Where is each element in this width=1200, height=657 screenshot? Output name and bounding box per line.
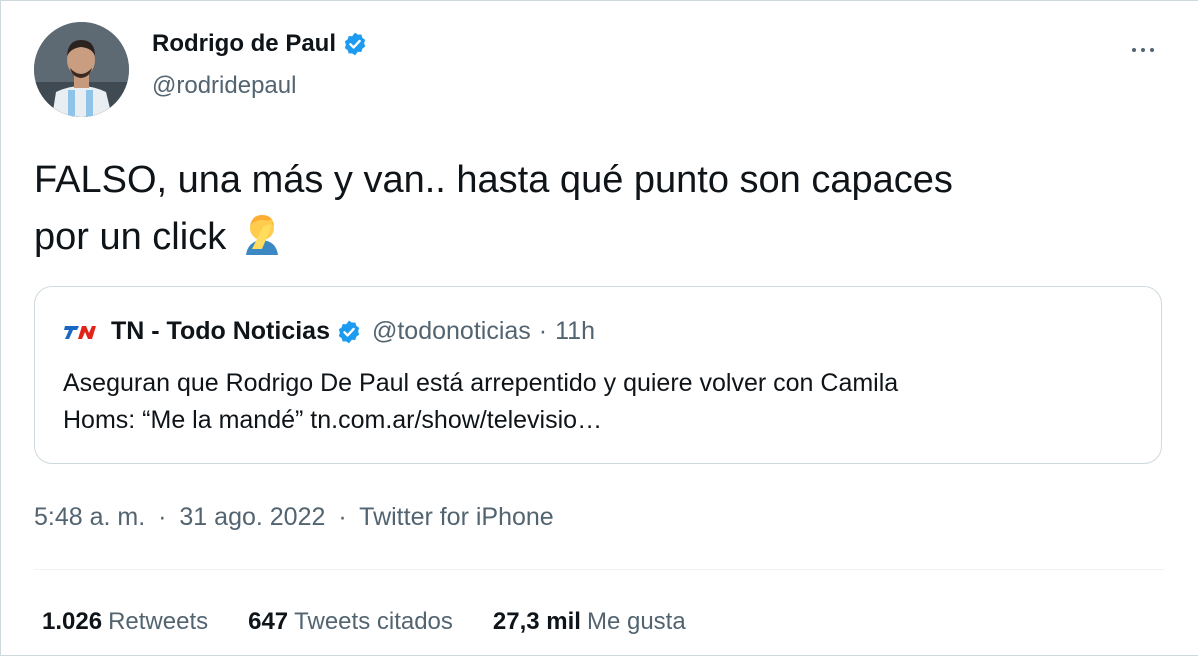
author-handle[interactable]: @rodridepaul xyxy=(152,72,296,100)
quoted-author-handle[interactable]: @todonoticias xyxy=(372,317,531,346)
tweet-text-line-1: FALSO, una más y van.. hasta qué punto s… xyxy=(34,159,953,201)
retweets-count: 1.026 xyxy=(42,608,103,635)
meta-separator: · xyxy=(338,503,347,531)
tweet-source[interactable]: Twitter for iPhone xyxy=(359,503,554,531)
author-avatar[interactable] xyxy=(34,22,129,117)
facepalm-emoji-icon xyxy=(246,215,279,255)
retweets-label: Retweets xyxy=(108,608,209,635)
verified-badge-icon xyxy=(344,32,366,56)
author-name[interactable]: Rodrigo de Paul xyxy=(152,30,336,58)
quoted-author-name[interactable]: TN - Todo Noticias xyxy=(111,317,330,346)
tweet-time[interactable]: 5:48 a. m. xyxy=(34,503,145,531)
verified-badge-icon xyxy=(338,320,360,343)
quoted-text-line-1: Aseguran que Rodrigo De Paul está arrepe… xyxy=(63,369,899,397)
likes-stat[interactable]: 27,3 mil Me gusta xyxy=(493,608,686,636)
quoted-tweet-text: Aseguran que Rodrigo De Paul está arrepe… xyxy=(63,365,1123,439)
likes-label: Me gusta xyxy=(586,608,686,635)
divider xyxy=(34,569,1164,570)
more-options-icon[interactable] xyxy=(1125,40,1161,60)
retweets-stat[interactable]: 1.026 Retweets xyxy=(42,608,208,636)
author-name-row[interactable]: Rodrigo de Paul xyxy=(152,30,368,58)
tweet-stats: 1.026 Retweets 647 Tweets citados 27,3 mil… xyxy=(42,608,726,636)
quoted-text-line-2: Homs: “Me la mandé” tn.com.ar/show/telev… xyxy=(63,406,603,434)
quote-tweets-count: 647 xyxy=(248,608,289,635)
likes-count: 27,3 mil xyxy=(492,608,581,635)
tweet-metadata: 5:48 a. m. · 31 ago. 2022 · Twitter for … xyxy=(34,503,554,532)
quoted-tweet[interactable]: TN - Todo Noticias @todonoticias · 11h A… xyxy=(34,286,1162,464)
tweet-text: FALSO, una más y van.. hasta qué punto s… xyxy=(34,152,1154,266)
quoted-tweet-header: TN - Todo Noticias @todonoticias · 11h xyxy=(63,317,595,346)
tweet-date[interactable]: 31 ago. 2022 xyxy=(179,503,325,531)
quoted-separator: · xyxy=(538,317,548,345)
quoted-tweet-time[interactable]: 11h xyxy=(555,317,595,346)
quote-tweets-stat[interactable]: 647 Tweets citados xyxy=(248,608,453,636)
quote-tweets-label: Tweets citados xyxy=(294,608,453,635)
meta-separator: · xyxy=(158,503,167,531)
tn-logo-icon xyxy=(64,325,96,339)
tweet-text-line-2: por un click xyxy=(34,209,1154,266)
tweet-text-line-2-content: por un click xyxy=(34,216,227,258)
